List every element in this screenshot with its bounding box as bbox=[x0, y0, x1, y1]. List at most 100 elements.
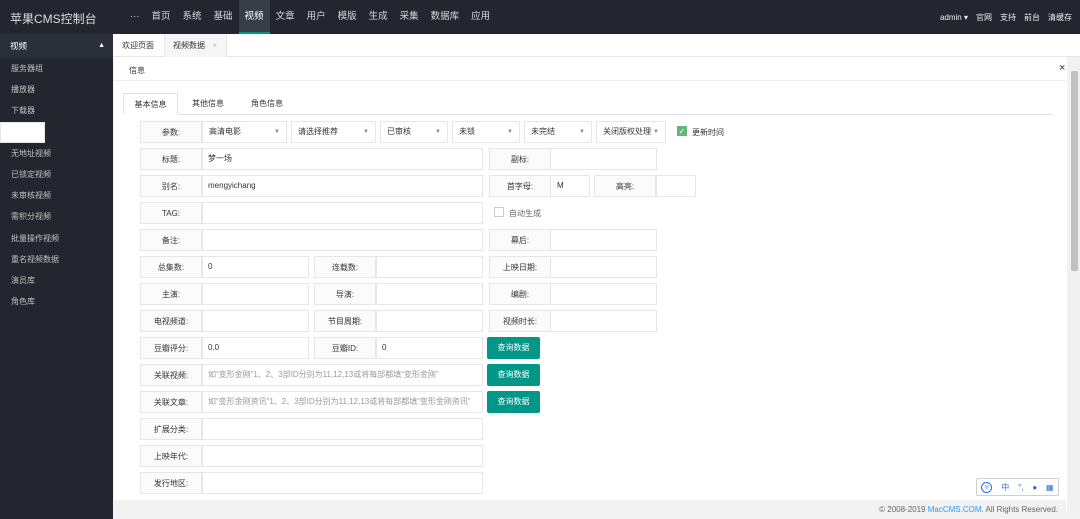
rel-vod-label: 关联视频: bbox=[140, 364, 202, 386]
scrollbar[interactable] bbox=[1070, 67, 1080, 511]
tab-basic-info[interactable]: 基本信息 bbox=[123, 93, 178, 115]
link-clear-cache[interactable]: 清缓存 bbox=[1048, 12, 1072, 23]
type-select[interactable]: 高清电影 ▼ bbox=[202, 121, 287, 143]
nav-user[interactable]: 用户 bbox=[301, 0, 332, 34]
initial-input[interactable]: M bbox=[550, 175, 590, 197]
copyright-select[interactable]: 关闭版权处理 ▼ bbox=[596, 121, 666, 143]
recommend-select[interactable]: 请选择推荐 ▼ bbox=[291, 121, 376, 143]
query-douban-button[interactable]: 查询数据 bbox=[487, 337, 540, 359]
douban-id-input[interactable]: 0 bbox=[376, 337, 483, 359]
app-logo[interactable]: 苹果CMS控制台 bbox=[10, 10, 97, 27]
area-input[interactable] bbox=[202, 472, 483, 494]
title-input[interactable]: 梦一场 bbox=[202, 148, 483, 170]
panel-header: 信息 × bbox=[114, 57, 1067, 81]
title-label: 标题: bbox=[140, 148, 202, 170]
top-nav: ··· 首页 系统 基础 视频 文章 用户 模版 生成 采集 数据库 应用 bbox=[124, 0, 496, 34]
sidebar-item-video-data[interactable]: 视频数据 bbox=[0, 121, 45, 143]
nav-home[interactable]: 首页 bbox=[146, 0, 177, 34]
link-support[interactable]: 支持 bbox=[1000, 12, 1016, 23]
sidebar-item-no-url[interactable]: 无地址视频 bbox=[0, 143, 113, 164]
serial-input[interactable] bbox=[376, 256, 483, 278]
rel-vod-input[interactable]: 如“变形金刚”1、2、3部ID分别为11,12,13或将每部都填“变形金刚” bbox=[202, 364, 483, 386]
tab-welcome[interactable]: 欢迎页面 bbox=[122, 34, 154, 57]
query-rel-art-button[interactable]: 查询数据 bbox=[487, 391, 540, 413]
douban-id-label: 豆瓣ID: bbox=[314, 337, 376, 359]
nav-template[interactable]: 模版 bbox=[332, 0, 363, 34]
tab-video-data[interactable]: 视频数据 × bbox=[164, 34, 227, 57]
weekday-input[interactable] bbox=[376, 310, 483, 332]
close-icon[interactable]: × bbox=[212, 41, 217, 50]
sidebar-item-locked[interactable]: 已锁定视频 bbox=[0, 164, 113, 185]
auto-generate-label: 自动生成 bbox=[509, 209, 541, 218]
duration-input[interactable] bbox=[550, 310, 657, 332]
footer-copyright: © 2008-2019 bbox=[879, 505, 928, 514]
writer-input[interactable] bbox=[550, 283, 657, 305]
ime-logo-icon[interactable]: ◎ bbox=[981, 481, 993, 493]
status-select[interactable]: 已审核 ▼ bbox=[380, 121, 448, 143]
tab-role-info[interactable]: 角色信息 bbox=[241, 93, 293, 115]
ime-grid-icon[interactable]: ▦ bbox=[1046, 483, 1054, 492]
scrollbar-thumb[interactable] bbox=[1071, 71, 1078, 271]
sidebar-item-points[interactable]: 需积分视频 bbox=[0, 206, 113, 227]
sidebar-item-player[interactable]: 播放器 bbox=[0, 79, 113, 100]
tag-input[interactable] bbox=[202, 202, 483, 224]
nav-apps[interactable]: 应用 bbox=[465, 0, 496, 34]
link-frontend[interactable]: 前台 bbox=[1024, 12, 1040, 23]
sidebar-item-batch[interactable]: 批量操作视频 bbox=[0, 228, 113, 249]
nav-database[interactable]: 数据库 bbox=[425, 0, 466, 34]
pubdate-input[interactable] bbox=[550, 256, 657, 278]
ime-mic-icon[interactable]: ● bbox=[1032, 483, 1037, 492]
sidebar-item-downloader[interactable]: 下载器 bbox=[0, 100, 113, 121]
sidebar-item-server-group[interactable]: 服务器组 bbox=[0, 58, 113, 79]
sidebar-header[interactable]: 视频 ▲ bbox=[0, 34, 113, 58]
sidebar-item-duplicate[interactable]: 重名视频数据 bbox=[0, 249, 113, 270]
auto-generate-checkbox[interactable] bbox=[494, 207, 504, 217]
lock-select[interactable]: 未锁 ▼ bbox=[452, 121, 520, 143]
total-input[interactable]: 0 bbox=[202, 256, 309, 278]
area-label: 发行地区: bbox=[140, 472, 202, 494]
top-bar: 苹果CMS控制台 ··· 首页 系统 基础 视频 文章 用户 模版 生成 采集 … bbox=[0, 0, 1080, 34]
nav-system[interactable]: 系统 bbox=[177, 0, 208, 34]
initial-label: 首字母: bbox=[489, 175, 551, 197]
actor-input[interactable] bbox=[202, 283, 309, 305]
director-input[interactable] bbox=[376, 283, 483, 305]
year-input[interactable] bbox=[202, 445, 483, 467]
alias-input[interactable]: mengyichang bbox=[202, 175, 483, 197]
sidebar-item-actors[interactable]: 演员库 bbox=[0, 270, 113, 291]
total-label: 总集数: bbox=[140, 256, 202, 278]
nav-article[interactable]: 文章 bbox=[270, 0, 301, 34]
close-icon[interactable]: × bbox=[1059, 62, 1065, 74]
finish-select[interactable]: 未完结 ▼ bbox=[524, 121, 592, 143]
link-official[interactable]: 官网 bbox=[976, 12, 992, 23]
writer-label: 编剧: bbox=[489, 283, 551, 305]
user-menu[interactable]: admin ▾ bbox=[940, 13, 968, 22]
douban-score-input[interactable]: 0.0 bbox=[202, 337, 309, 359]
tab-other-info[interactable]: 其他信息 bbox=[183, 93, 233, 115]
sidebar-item-roles[interactable]: 角色库 bbox=[0, 291, 113, 312]
rel-art-input[interactable]: 如“变形金刚资讯”1、2、3部ID分别为11,12,13或将每部都填“变形金刚资… bbox=[202, 391, 483, 413]
sidebar-item-unaudited[interactable]: 未审核视频 bbox=[0, 185, 113, 206]
behind-input[interactable] bbox=[550, 229, 657, 251]
nav-basic[interactable]: 基础 bbox=[208, 0, 239, 34]
query-rel-vod-button[interactable]: 查询数据 bbox=[487, 364, 540, 386]
ext-class-input[interactable] bbox=[202, 418, 483, 440]
tv-input[interactable] bbox=[202, 310, 309, 332]
copyright-select-value: 关闭版权处理 bbox=[603, 127, 651, 136]
footer-brand-link[interactable]: MacCMS.COM bbox=[928, 505, 982, 514]
subtitle-input[interactable] bbox=[550, 148, 657, 170]
params-label: 参数: bbox=[140, 121, 202, 143]
nav-collect[interactable]: 采集 bbox=[394, 0, 425, 34]
nav-more[interactable]: ··· bbox=[124, 0, 146, 34]
nav-video[interactable]: 视频 bbox=[238, 0, 270, 34]
highlight-input[interactable] bbox=[656, 175, 696, 197]
lock-select-value: 未锁 bbox=[459, 127, 475, 136]
ime-chinese-icon[interactable]: 中 bbox=[1001, 482, 1009, 493]
remark-input[interactable] bbox=[202, 229, 483, 251]
ime-punctuation-icon[interactable]: °, bbox=[1018, 483, 1023, 492]
ime-toolbar[interactable]: ◎ 中 °, ● ▦ bbox=[976, 478, 1059, 496]
chevron-down-icon: ▼ bbox=[507, 129, 513, 135]
sidebar-header-label: 视频 bbox=[10, 41, 28, 51]
tab-video-data-label: 视频数据 bbox=[173, 41, 205, 50]
update-time-checkbox[interactable]: ✓ bbox=[677, 126, 687, 136]
nav-generate[interactable]: 生成 bbox=[363, 0, 394, 34]
